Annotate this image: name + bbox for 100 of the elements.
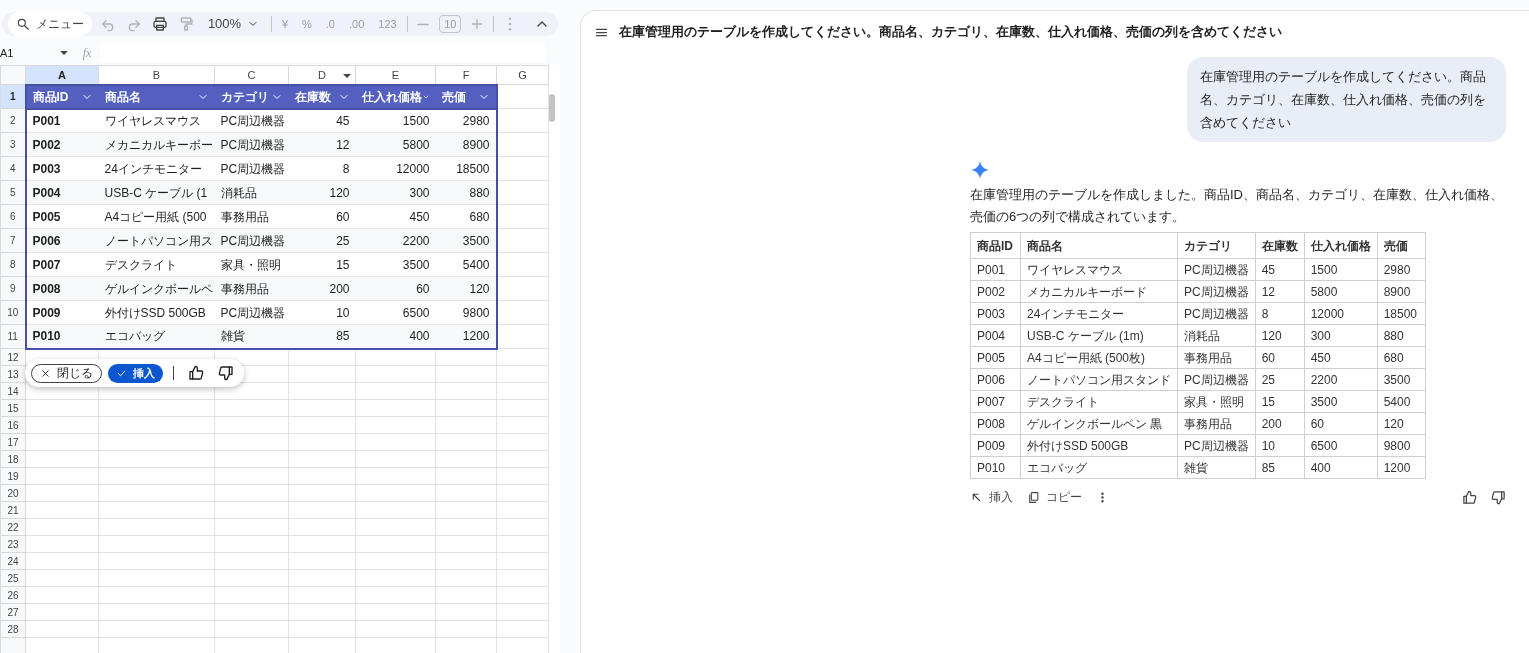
filter-arrow-icon[interactable] [343,74,351,78]
table-cell: P005 [970,346,1021,369]
row-header[interactable]: 3 [0,132,26,157]
column-title: 商品ID [32,88,69,106]
table-cell[interactable]: P008 [25,276,99,301]
sparkle-icon [970,160,990,180]
table-cell: 300 [1304,324,1378,347]
table-cell: 事務用品 [1177,346,1256,369]
table-cell: P004 [970,324,1021,347]
column-header[interactable]: B [98,65,215,85]
table-cell[interactable]: P001 [25,108,99,133]
table-cell: 8900 [1377,280,1426,303]
table-cell[interactable]: メカニカルキーボー [98,132,215,157]
row-header[interactable]: 7 [0,228,26,253]
table-cell: 200 [1255,412,1305,435]
table-cell: 5400 [1377,390,1426,413]
table-cell[interactable]: P009 [25,300,99,325]
table-cell: エコバッグ [1020,456,1178,479]
table-cell: ゲルインクボールペン 黒 [1020,412,1178,435]
row-header[interactable]: 1 [0,84,26,109]
row-header[interactable]: 11 [0,324,26,349]
table-cell[interactable]: P002 [25,132,99,157]
column-header[interactable]: D [288,65,356,85]
column-title: 仕入れ価格 [361,88,422,106]
name-box[interactable]: A1 [0,44,74,62]
table-cell[interactable]: エコバッグ [98,324,215,349]
table-cell[interactable]: P010 [25,324,99,349]
table-cell: 2980 [1377,258,1426,281]
table-cell: 400 [1304,456,1378,479]
table-cell: 60 [1255,346,1305,369]
row-header[interactable]: 4 [0,156,26,181]
table-cell: P001 [970,258,1021,281]
column-heading: 商品ID [970,232,1021,259]
table-cell[interactable]: デスクライト [98,252,215,277]
header-cell[interactable]: カテゴリ [214,84,289,109]
column-header[interactable]: C [214,65,289,85]
scrollbar-thumb[interactable] [549,94,555,122]
table-cell: 1200 [1377,456,1426,479]
column-heading: 在庫数 [1255,232,1305,259]
row-header[interactable]: 6 [0,204,26,229]
column-header[interactable]: F [435,65,497,85]
more-icon [508,17,513,31]
thumbs-down-icon [218,365,234,381]
table-cell[interactable]: ワイヤレスマウス [98,108,215,133]
thumbs-up-button[interactable] [1462,489,1477,505]
row-header[interactable]: 9 [0,276,26,301]
table-cell: 1500 [1304,258,1378,281]
column-header[interactable]: G [496,65,549,85]
menu-search-button[interactable]: メニュー [8,12,92,36]
table-cell: 12000 [1304,302,1378,325]
thumbs-down-icon [1491,489,1506,505]
column-header[interactable]: E [355,65,436,85]
insert-link[interactable]: 挿入 [970,488,1013,506]
table-cell: 3500 [1304,390,1378,413]
formula-label: fx [81,45,93,62]
row-header[interactable]: 10 [0,300,26,325]
zoom-dropdown[interactable]: 100% [201,12,266,36]
row-header[interactable]: 2 [0,108,26,133]
table-cell[interactable]: P005 [25,204,99,229]
table-cell: 10 [1255,434,1305,457]
thumbs-up-icon [1462,489,1477,505]
table-cell: 60 [1304,412,1378,435]
header-cell[interactable]: 仕入れ価格 [355,84,436,109]
table-cell: A4コピー用紙 (500枚) [1020,346,1178,369]
thumbs-down-button[interactable] [1491,489,1506,505]
table-cell: 18500 [1377,302,1426,325]
table-cell[interactable]: P006 [25,228,99,253]
table-cell: ノートパソコン用スタンド [1020,368,1178,391]
table-cell: メカニカルキーボード [1020,280,1178,303]
header-cell[interactable]: 商品ID [25,84,99,109]
table-cell: USB-C ケーブル (1m) [1020,324,1178,347]
table-cell: デスクライト [1020,390,1178,413]
column-heading: カテゴリ [1177,232,1256,259]
search-icon [16,17,30,31]
copy-icon [1027,490,1040,504]
table-cell: 2200 [1304,368,1378,391]
table-cell[interactable]: ゲルインクボールペ [98,276,215,301]
table-cell[interactable]: P003 [25,156,99,181]
row-header[interactable]: 8 [0,252,26,277]
row-header[interactable]: 5 [0,180,26,205]
table-cell: 雑貨 [1177,456,1256,479]
table-cell[interactable]: A4コピー用紙 (500 [98,204,215,229]
table-cell[interactable]: P004 [25,180,99,205]
table-cell: 680 [1377,346,1426,369]
table-cell: P009 [970,434,1021,457]
table-cell[interactable]: P007 [25,252,99,277]
table-cell: 消耗品 [1177,324,1256,347]
column-title: カテゴリ [220,88,269,106]
table-cell[interactable]: USB-C ケーブル (1 [98,180,215,205]
table-cell[interactable]: 外付けSSD 500GB [98,300,215,325]
header-cell[interactable]: 売価 [435,84,497,109]
table-cell[interactable]: 24インチモニター [98,156,215,181]
table-cell: 120 [1255,324,1305,347]
column-header[interactable]: A [25,65,99,85]
header-cell[interactable]: 在庫数 [288,84,356,109]
table-cell: PC周辺機器 [1177,302,1256,325]
table-cell[interactable]: ノートパソコン用ス [98,228,215,253]
insert-button[interactable]: 挿入 [108,363,163,383]
header-cell[interactable]: 商品名 [98,84,215,109]
copy-link[interactable]: コピー [1027,488,1082,506]
